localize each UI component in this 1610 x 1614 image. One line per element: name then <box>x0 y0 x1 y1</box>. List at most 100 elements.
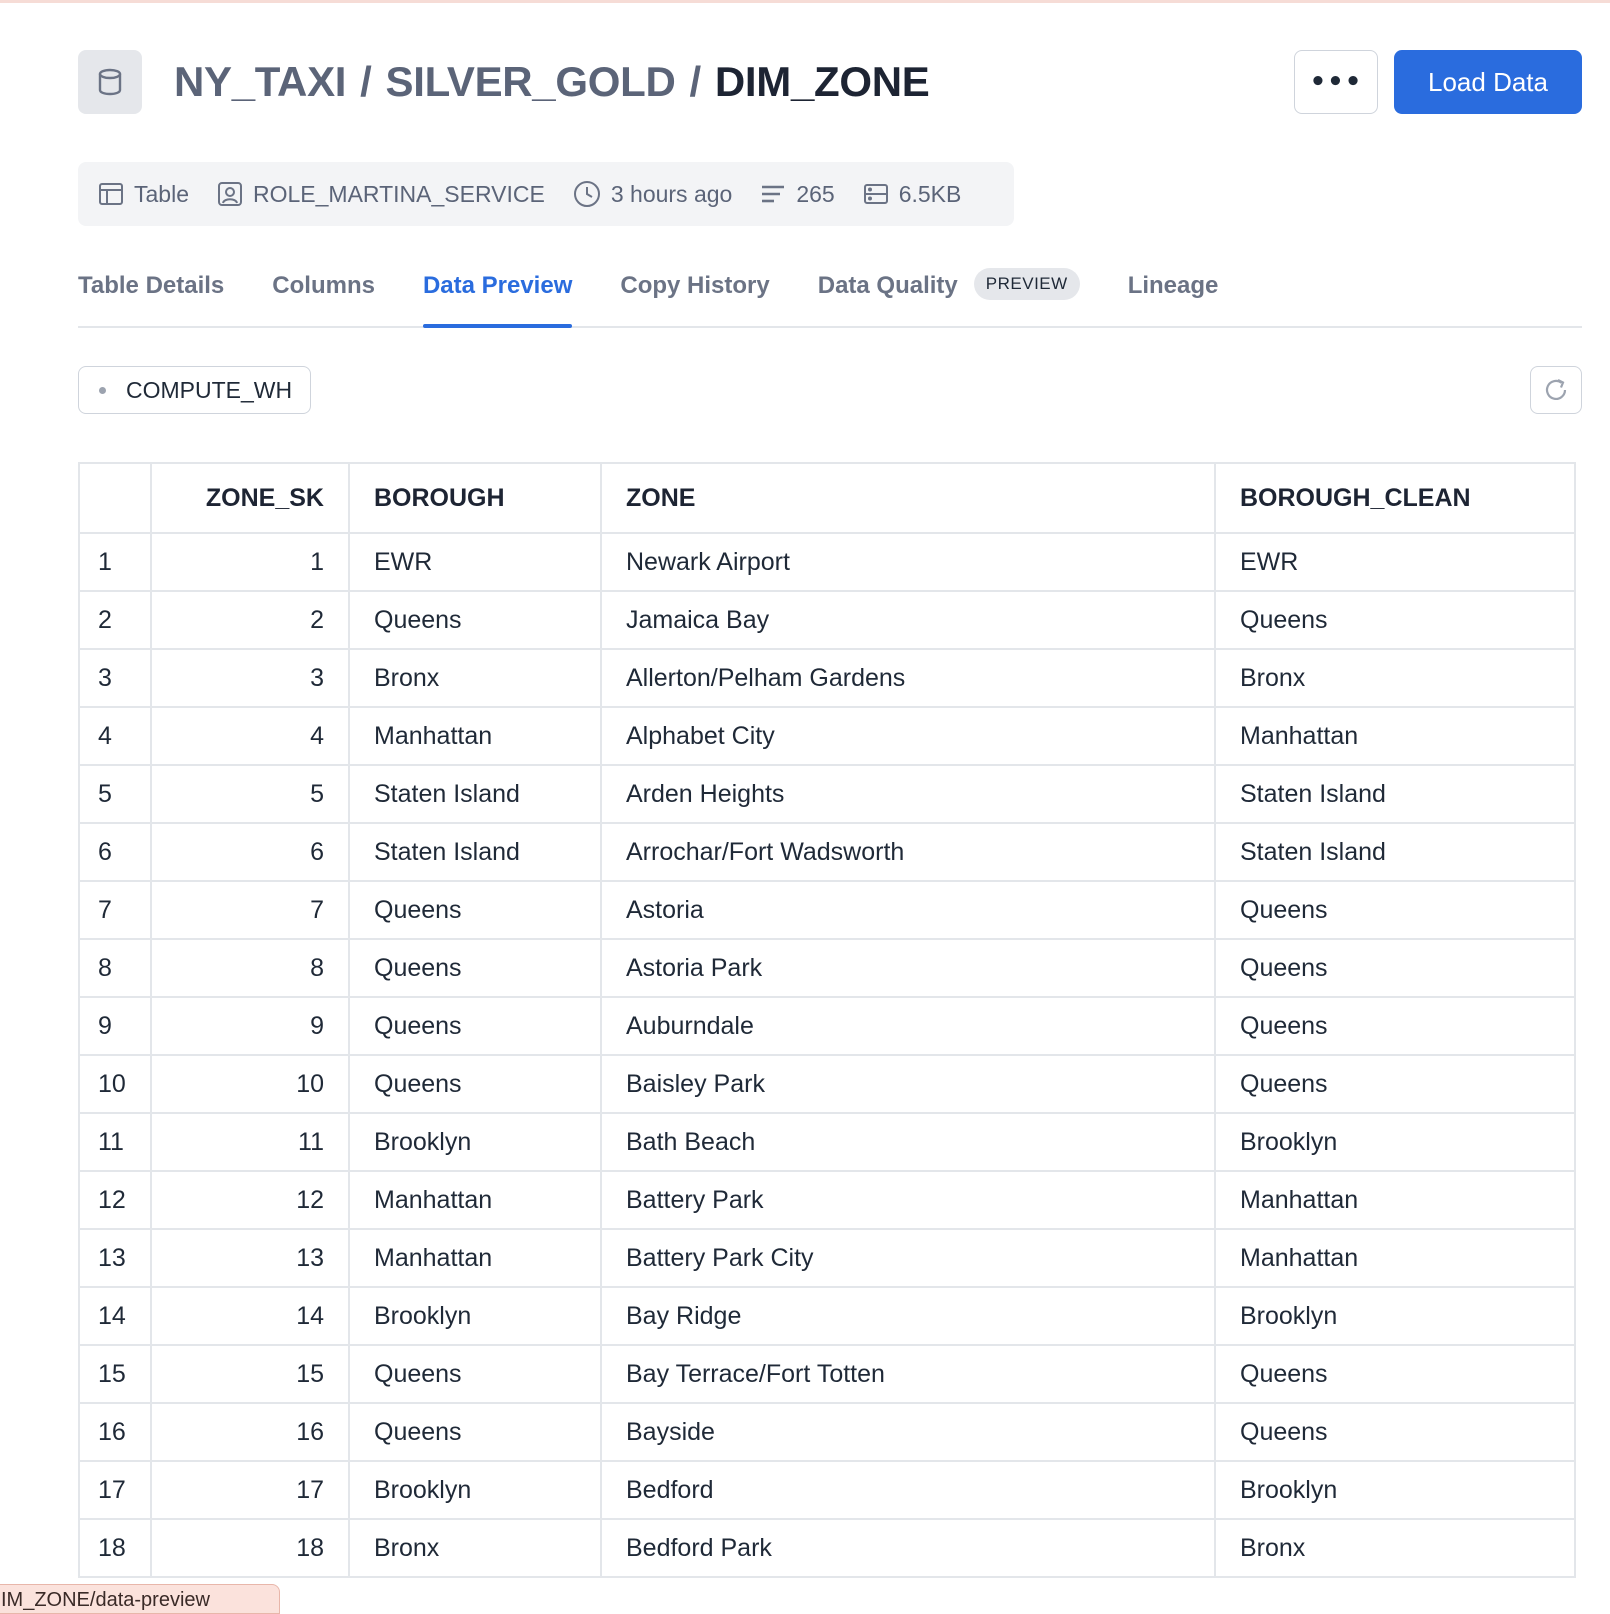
row-index-cell[interactable]: 18 <box>78 1518 152 1578</box>
breadcrumb-database[interactable]: NY_TAXI <box>174 58 346 106</box>
table-cell[interactable]: Battery Park City <box>600 1228 1216 1288</box>
table-cell[interactable]: Queens <box>1214 938 1576 998</box>
table-cell[interactable]: Astoria <box>600 880 1216 940</box>
row-index-cell[interactable]: 10 <box>78 1054 152 1114</box>
table-cell[interactable]: 11 <box>150 1112 350 1172</box>
table-cell[interactable]: Queens <box>1214 1054 1576 1114</box>
row-index-cell[interactable]: 1 <box>78 532 152 592</box>
table-cell[interactable]: Brooklyn <box>348 1112 602 1172</box>
table-cell[interactable]: Queens <box>1214 590 1576 650</box>
tab-table-details[interactable]: Table Details <box>78 258 224 326</box>
table-cell[interactable]: EWR <box>348 532 602 592</box>
column-header-borough-clean[interactable]: BOROUGH_CLEAN <box>1214 462 1576 534</box>
tab-data-preview[interactable]: Data Preview <box>422 258 573 328</box>
table-cell[interactable]: 7 <box>150 880 350 940</box>
table-cell[interactable]: Queens <box>1214 1402 1576 1462</box>
tab-lineage[interactable]: Lineage <box>1128 258 1219 326</box>
row-index-cell[interactable]: 7 <box>78 880 152 940</box>
table-cell[interactable]: Manhattan <box>348 1228 602 1288</box>
table-cell[interactable]: Jamaica Bay <box>600 590 1216 650</box>
table-cell[interactable]: Queens <box>348 1054 602 1114</box>
table-cell[interactable]: 4 <box>150 706 350 766</box>
table-cell[interactable]: 17 <box>150 1460 350 1520</box>
row-index-cell[interactable]: 9 <box>78 996 152 1056</box>
table-cell[interactable]: Bronx <box>348 648 602 708</box>
table-cell[interactable]: 3 <box>150 648 350 708</box>
table-cell[interactable]: Brooklyn <box>1214 1460 1576 1520</box>
table-cell[interactable]: Bayside <box>600 1402 1216 1462</box>
refresh-button[interactable] <box>1530 366 1582 414</box>
table-cell[interactable]: Baisley Park <box>600 1054 1216 1114</box>
row-index-cell[interactable]: 14 <box>78 1286 152 1346</box>
table-cell[interactable]: Queens <box>1214 996 1576 1056</box>
row-index-cell[interactable]: 13 <box>78 1228 152 1288</box>
table-cell[interactable]: 6 <box>150 822 350 882</box>
table-cell[interactable]: Manhattan <box>348 706 602 766</box>
table-cell[interactable]: Staten Island <box>1214 822 1576 882</box>
table-cell[interactable]: Staten Island <box>348 764 602 824</box>
table-cell[interactable]: Brooklyn <box>1214 1286 1576 1346</box>
row-index-cell[interactable]: 3 <box>78 648 152 708</box>
table-cell[interactable]: Newark Airport <box>600 532 1216 592</box>
column-header-borough[interactable]: BOROUGH <box>348 462 602 534</box>
table-cell[interactable]: Brooklyn <box>348 1460 602 1520</box>
load-data-button[interactable]: Load Data <box>1394 50 1582 114</box>
table-cell[interactable]: Manhattan <box>1214 1228 1576 1288</box>
table-cell[interactable]: EWR <box>1214 532 1576 592</box>
table-cell[interactable]: 8 <box>150 938 350 998</box>
table-cell[interactable]: Queens <box>348 996 602 1056</box>
table-cell[interactable]: Manhattan <box>1214 1170 1576 1230</box>
row-index-cell[interactable]: 12 <box>78 1170 152 1230</box>
table-cell[interactable]: Staten Island <box>348 822 602 882</box>
table-cell[interactable]: 9 <box>150 996 350 1056</box>
table-cell[interactable]: Bedford Park <box>600 1518 1216 1578</box>
table-cell[interactable]: Bath Beach <box>600 1112 1216 1172</box>
table-cell[interactable]: Manhattan <box>1214 706 1576 766</box>
tab-copy-history[interactable]: Copy History <box>620 258 769 326</box>
table-cell[interactable]: Bedford <box>600 1460 1216 1520</box>
table-cell[interactable]: Arrochar/Fort Wadsworth <box>600 822 1216 882</box>
table-cell[interactable]: Bay Ridge <box>600 1286 1216 1346</box>
table-cell[interactable]: Manhattan <box>348 1170 602 1230</box>
table-cell[interactable]: Staten Island <box>1214 764 1576 824</box>
table-cell[interactable]: Queens <box>1214 880 1576 940</box>
row-index-cell[interactable]: 11 <box>78 1112 152 1172</box>
table-cell[interactable]: Queens <box>1214 1344 1576 1404</box>
table-cell[interactable]: Allerton/Pelham Gardens <box>600 648 1216 708</box>
table-cell[interactable]: Alphabet City <box>600 706 1216 766</box>
row-index-cell[interactable]: 5 <box>78 764 152 824</box>
row-index-cell[interactable]: 6 <box>78 822 152 882</box>
tab-data-quality[interactable]: Data Quality PREVIEW <box>818 258 1080 326</box>
table-cell[interactable]: Queens <box>348 1402 602 1462</box>
table-cell[interactable]: 10 <box>150 1054 350 1114</box>
row-index-cell[interactable]: 17 <box>78 1460 152 1520</box>
tab-columns[interactable]: Columns <box>272 258 375 326</box>
row-index-cell[interactable]: 2 <box>78 590 152 650</box>
table-cell[interactable]: 13 <box>150 1228 350 1288</box>
table-cell[interactable]: Bronx <box>348 1518 602 1578</box>
column-header-zone[interactable]: ZONE <box>600 462 1216 534</box>
breadcrumb-schema[interactable]: SILVER_GOLD <box>386 58 676 106</box>
table-cell[interactable]: Auburndale <box>600 996 1216 1056</box>
table-cell[interactable]: Queens <box>348 880 602 940</box>
table-cell[interactable]: Arden Heights <box>600 764 1216 824</box>
table-cell[interactable]: Brooklyn <box>348 1286 602 1346</box>
table-cell[interactable]: Brooklyn <box>1214 1112 1576 1172</box>
row-index-cell[interactable]: 15 <box>78 1344 152 1404</box>
warehouse-selector[interactable]: COMPUTE_WH <box>78 366 312 414</box>
row-index-cell[interactable]: 8 <box>78 938 152 998</box>
table-cell[interactable]: Queens <box>348 590 602 650</box>
table-cell[interactable]: Bay Terrace/Fort Totten <box>600 1344 1216 1404</box>
table-cell[interactable]: 2 <box>150 590 350 650</box>
more-options-button[interactable]: ••• <box>1294 50 1378 114</box>
column-header-zone-sk[interactable]: ZONE_SK <box>150 462 350 534</box>
table-cell[interactable]: 14 <box>150 1286 350 1346</box>
row-index-cell[interactable]: 4 <box>78 706 152 766</box>
table-cell[interactable]: Battery Park <box>600 1170 1216 1230</box>
table-cell[interactable]: Astoria Park <box>600 938 1216 998</box>
table-cell[interactable]: 5 <box>150 764 350 824</box>
table-cell[interactable]: Queens <box>348 1344 602 1404</box>
table-cell[interactable]: 15 <box>150 1344 350 1404</box>
table-cell[interactable]: 16 <box>150 1402 350 1462</box>
table-cell[interactable]: Bronx <box>1214 1518 1576 1578</box>
